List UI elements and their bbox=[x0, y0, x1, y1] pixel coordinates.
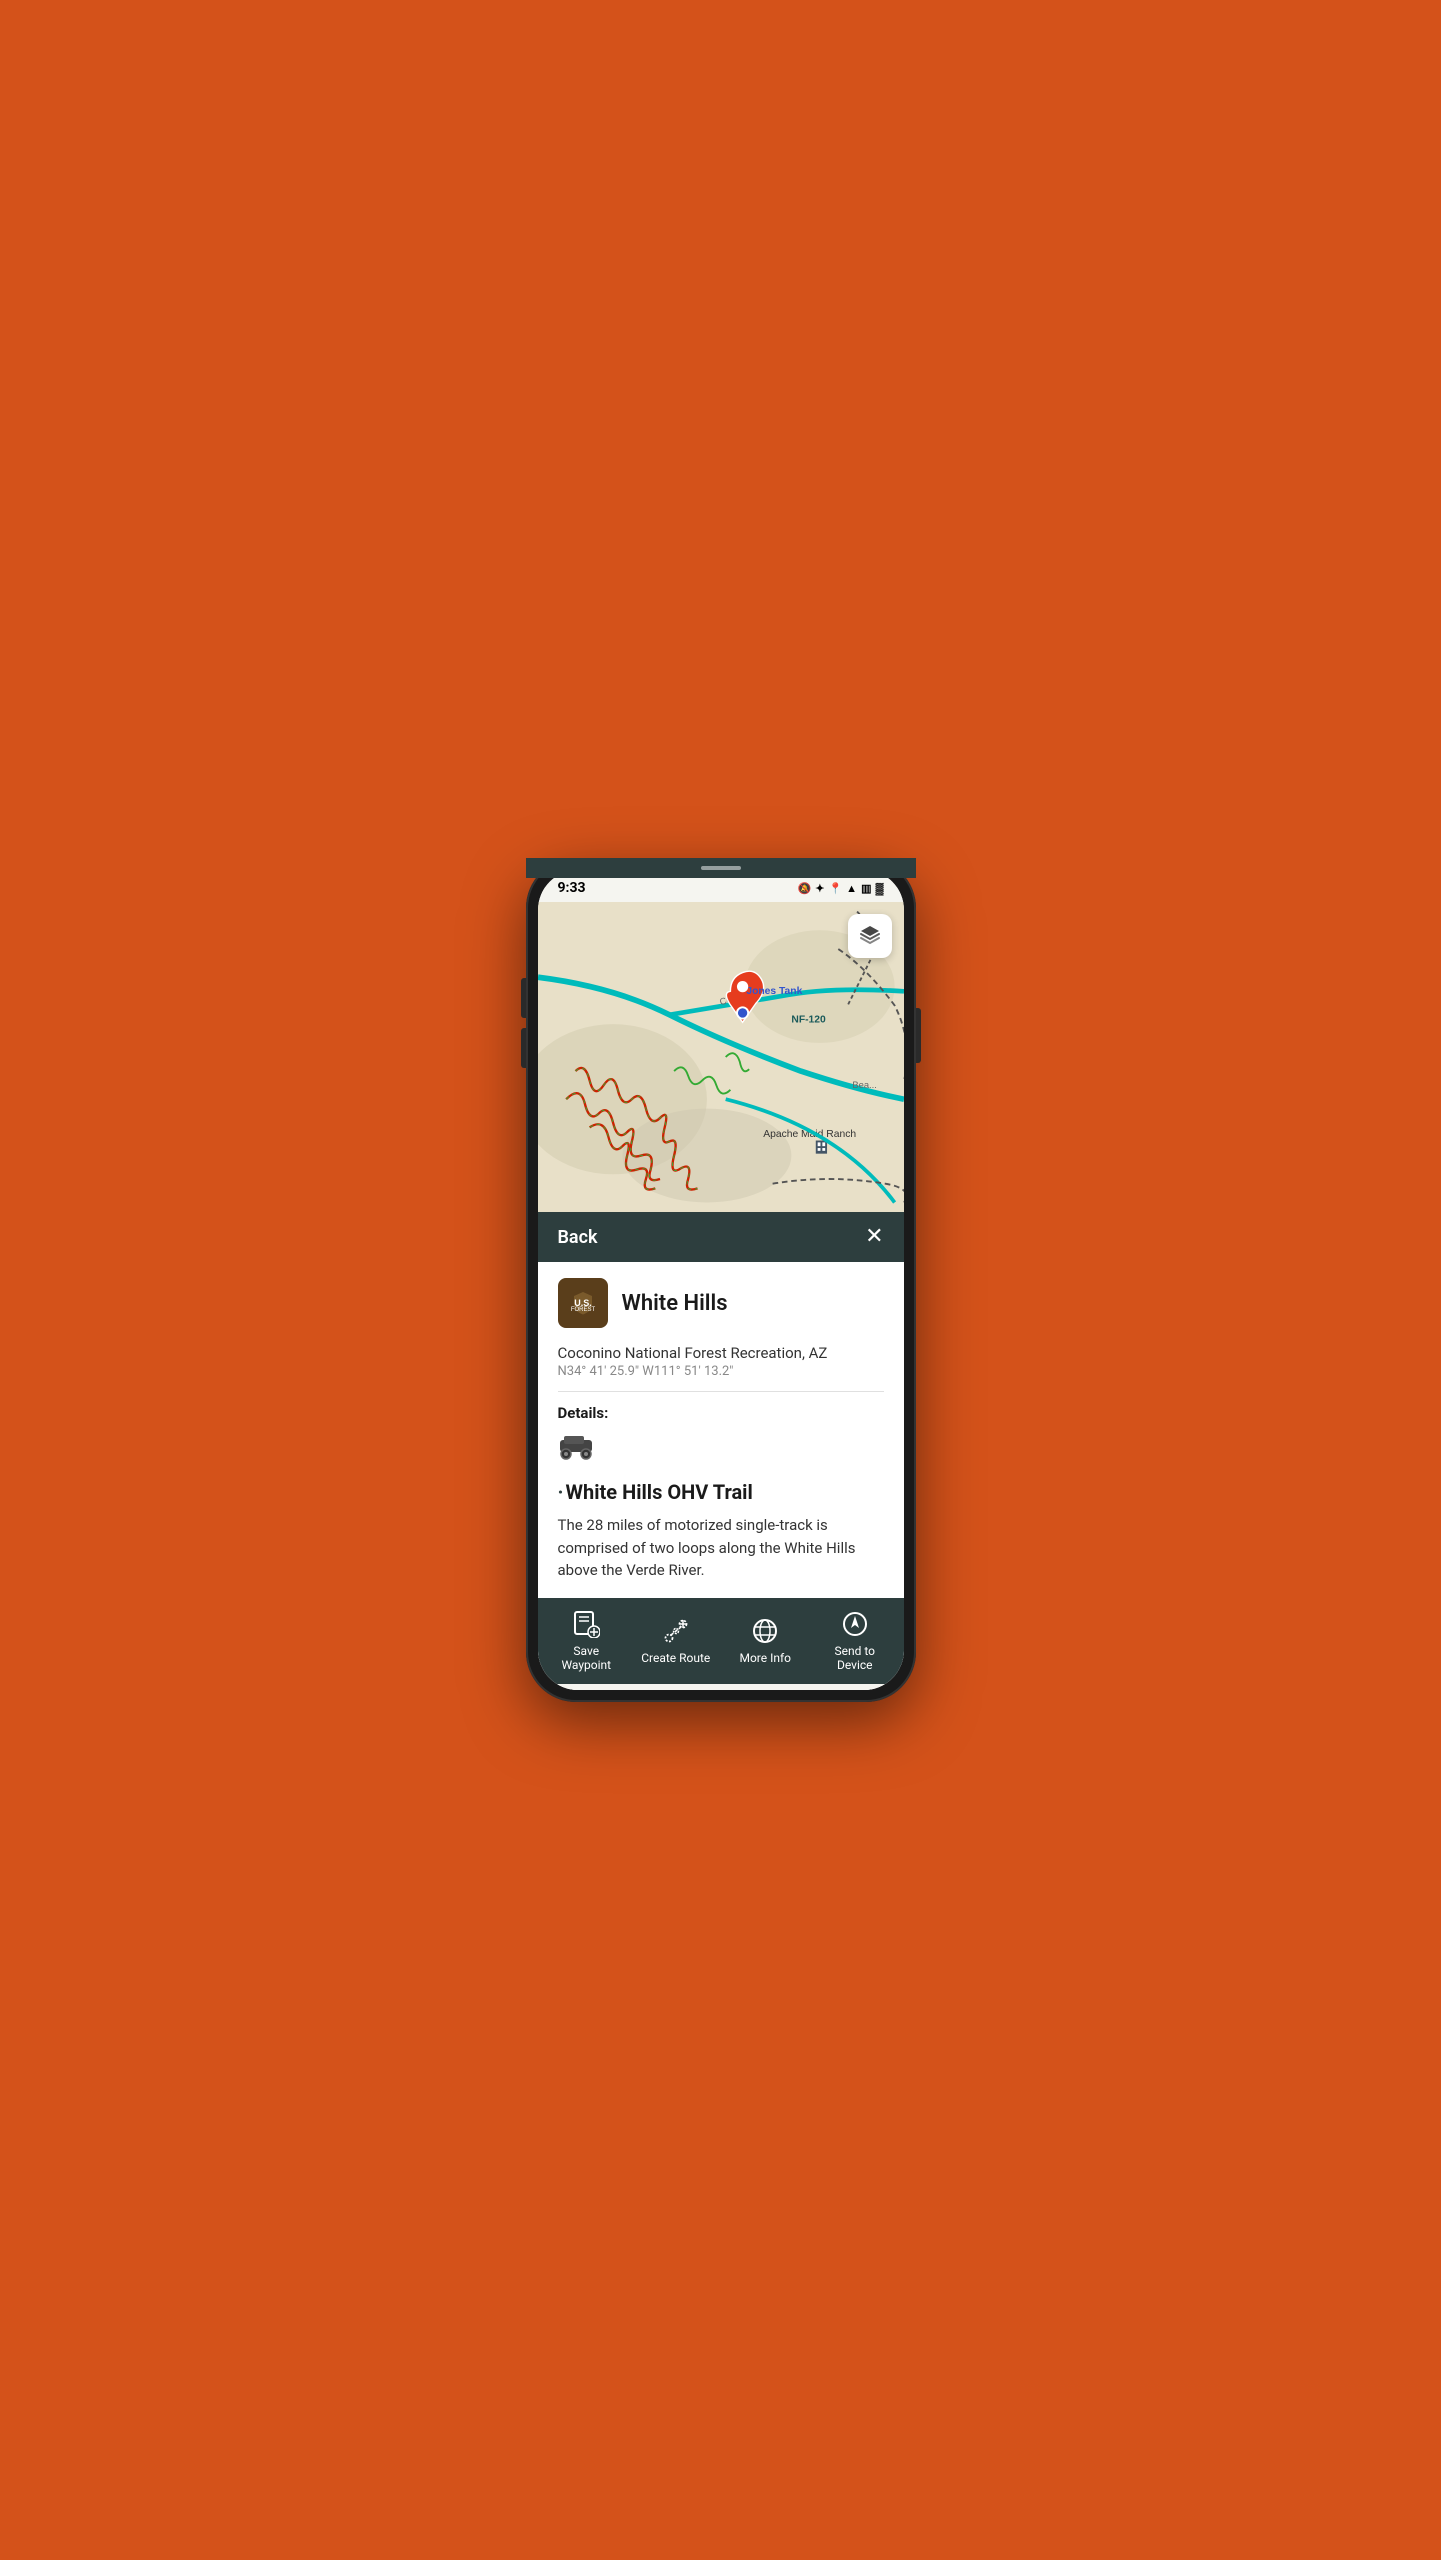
volume-down-button[interactable] bbox=[521, 1028, 526, 1068]
sheet-content: U.S. FOREST White Hills Coconino Nationa… bbox=[538, 1262, 904, 1598]
svg-text:Bea...: Bea... bbox=[852, 1080, 877, 1090]
save-waypoint-icon bbox=[570, 1608, 602, 1640]
poi-name: White Hills bbox=[622, 1291, 728, 1316]
signal-icon: ▥ bbox=[861, 882, 871, 895]
wifi-icon: ▲ bbox=[846, 882, 857, 895]
more-info-label: More Info bbox=[739, 1651, 791, 1665]
battery-icon: ▓ bbox=[875, 882, 883, 895]
poi-header: U.S. FOREST White Hills bbox=[558, 1278, 884, 1328]
drag-handle[interactable] bbox=[538, 870, 904, 878]
layers-button[interactable] bbox=[848, 914, 892, 958]
waypoint-icon bbox=[572, 1610, 600, 1638]
usfs-shield-icon: U.S. FOREST bbox=[567, 1287, 599, 1319]
android-nav bbox=[538, 1684, 904, 1690]
bottom-sheet: Back ✕ U.S. FOREST Whi bbox=[538, 1212, 904, 1690]
status-icons: 🔕 ✦ 📍 ▲ ▥ ▓ bbox=[798, 882, 884, 895]
more-info-button[interactable]: More Info bbox=[721, 1615, 811, 1665]
globe-icon bbox=[751, 1617, 779, 1645]
phone-screen: 9:33 🔕 ✦ 📍 ▲ ▥ ▓ bbox=[538, 870, 904, 1690]
send-to-device-label: Send toDevice bbox=[834, 1644, 875, 1673]
svg-text:FOREST: FOREST bbox=[570, 1307, 595, 1313]
close-button[interactable]: ✕ bbox=[865, 1226, 883, 1248]
phone-frame: 9:33 🔕 ✦ 📍 ▲ ▥ ▓ bbox=[526, 858, 916, 1702]
send-to-device-icon bbox=[839, 1608, 871, 1640]
save-waypoint-button[interactable]: SaveWaypoint bbox=[542, 1608, 632, 1673]
map-view[interactable]: NF-120 Cornville Bea... Apache Maid Ranc… bbox=[538, 902, 904, 1212]
create-route-button[interactable]: Create Route bbox=[631, 1615, 721, 1665]
sheet-header: Back ✕ bbox=[538, 1212, 904, 1262]
poi-location: Coconino National Forest Recreation, AZ bbox=[558, 1344, 884, 1362]
status-time: 9:33 bbox=[558, 880, 586, 896]
trail-title: ·White Hills OHV Trail bbox=[558, 1480, 884, 1504]
bluetooth-icon: ✦ bbox=[815, 882, 824, 895]
route-icon bbox=[662, 1617, 690, 1645]
details-icons bbox=[558, 1430, 884, 1460]
ohv-icon bbox=[558, 1430, 594, 1460]
poi-coords: N34° 41' 25.9" W111° 51' 13.2" bbox=[558, 1364, 884, 1392]
send-to-device-button[interactable]: Send toDevice bbox=[810, 1608, 900, 1673]
details-label: Details: bbox=[558, 1404, 884, 1422]
power-button[interactable] bbox=[916, 1008, 921, 1063]
bottom-toolbar: SaveWaypoint Create Rout bbox=[538, 1598, 904, 1685]
create-route-icon bbox=[660, 1615, 692, 1647]
save-waypoint-label: SaveWaypoint bbox=[561, 1644, 611, 1673]
poi-icon: U.S. FOREST bbox=[558, 1278, 608, 1328]
svg-text:Jones Tank: Jones Tank bbox=[746, 986, 802, 997]
navigate-icon bbox=[841, 1610, 869, 1638]
trail-description: The 28 miles of motorized single-track i… bbox=[558, 1514, 884, 1582]
layers-icon bbox=[857, 923, 883, 949]
silent-icon: 🔕 bbox=[798, 882, 812, 895]
back-button[interactable]: Back bbox=[558, 1227, 598, 1248]
create-route-label: Create Route bbox=[641, 1651, 710, 1665]
location-icon: 📍 bbox=[828, 882, 842, 895]
volume-up-button[interactable] bbox=[521, 978, 526, 1018]
more-info-icon bbox=[749, 1615, 781, 1647]
svg-text:NF-120: NF-120 bbox=[791, 1014, 826, 1025]
